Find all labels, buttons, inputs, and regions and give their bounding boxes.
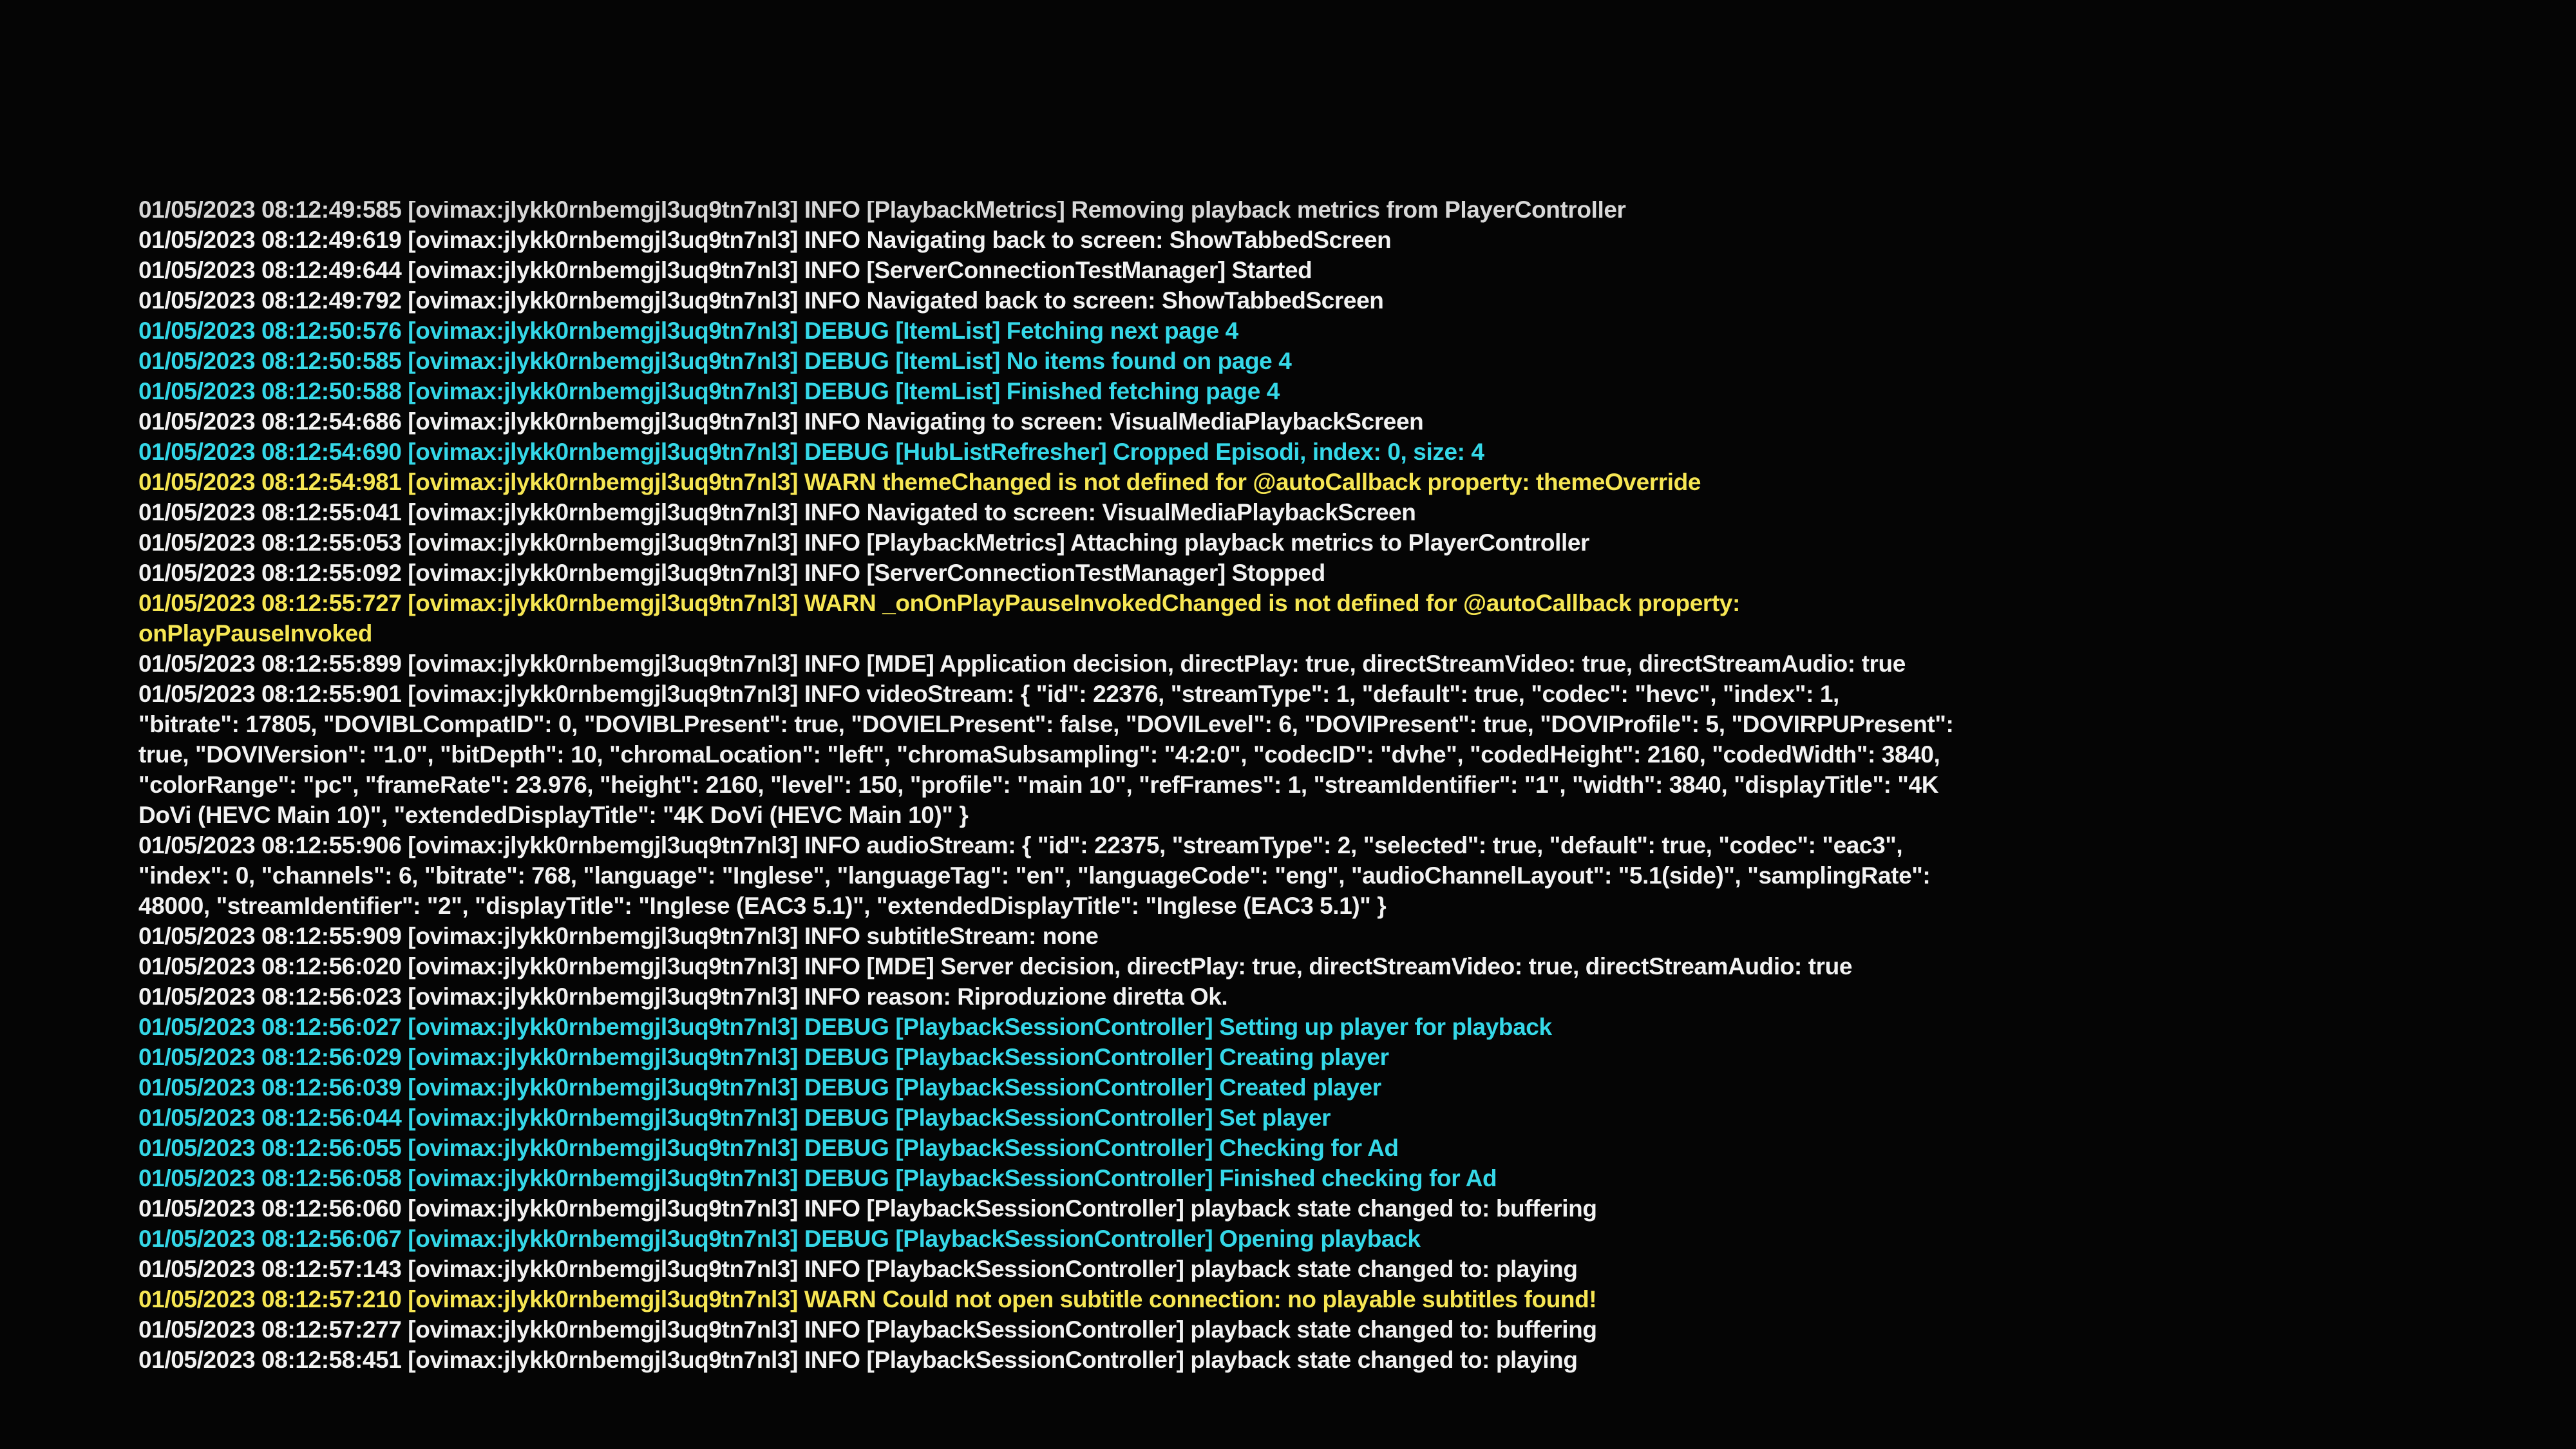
log-line: 01/05/2023 08:12:50:576 [ovimax:jlykk0rn… (138, 317, 1238, 344)
log-line: 01/05/2023 08:12:50:588 [ovimax:jlykk0rn… (138, 378, 1280, 404)
log-line: 01/05/2023 08:12:55:909 [ovimax:jlykk0rn… (138, 923, 1099, 949)
log-line: 01/05/2023 08:12:56:060 [ovimax:jlykk0rn… (138, 1195, 1597, 1222)
log-line: 01/05/2023 08:12:56:055 [ovimax:jlykk0rn… (138, 1135, 1399, 1161)
log-line: 01/05/2023 08:12:54:981 [ovimax:jlykk0rn… (138, 469, 1701, 495)
log-console[interactable]: 01/05/2023 08:12:49:585 [ovimax:jlykk0rn… (138, 201, 2296, 1412)
log-line: 01/05/2023 08:12:57:210 [ovimax:jlykk0rn… (138, 1286, 1597, 1312)
log-line: 01/05/2023 08:12:49:619 [ovimax:jlykk0rn… (138, 227, 1392, 253)
log-line: 01/05/2023 08:12:49:792 [ovimax:jlykk0rn… (138, 287, 1384, 314)
log-line: 01/05/2023 08:12:54:686 [ovimax:jlykk0rn… (138, 408, 1424, 435)
log-line: 01/05/2023 08:12:55:041 [ovimax:jlykk0rn… (138, 499, 1416, 526)
log-line: 01/05/2023 08:12:55:053 [ovimax:jlykk0rn… (138, 529, 1590, 556)
log-line: 01/05/2023 08:12:57:143 [ovimax:jlykk0rn… (138, 1256, 1578, 1282)
log-line: 01/05/2023 08:12:56:058 [ovimax:jlykk0rn… (138, 1165, 1497, 1191)
log-line: 01/05/2023 08:12:55:899 [ovimax:jlykk0rn… (138, 650, 1906, 677)
log-line: 01/05/2023 08:12:55:092 [ovimax:jlykk0rn… (138, 560, 1325, 586)
log-line: 01/05/2023 08:12:55:901 [ovimax:jlykk0rn… (138, 681, 1954, 828)
log-line: 01/05/2023 08:12:49:585 [ovimax:jlykk0rn… (138, 201, 1626, 223)
log-line: 01/05/2023 08:12:49:644 [ovimax:jlykk0rn… (138, 257, 1312, 283)
log-line: 01/05/2023 08:12:56:067 [ovimax:jlykk0rn… (138, 1226, 1421, 1252)
log-line: 01/05/2023 08:12:54:690 [ovimax:jlykk0rn… (138, 439, 1484, 465)
log-line: 01/05/2023 08:12:56:020 [ovimax:jlykk0rn… (138, 953, 1853, 980)
log-line: 01/05/2023 08:12:58:451 [ovimax:jlykk0rn… (138, 1347, 1578, 1373)
log-line: 01/05/2023 08:12:57:277 [ovimax:jlykk0rn… (138, 1316, 1597, 1343)
log-line: 01/05/2023 08:12:56:029 [ovimax:jlykk0rn… (138, 1044, 1389, 1070)
log-line: 01/05/2023 08:12:55:727 [ovimax:jlykk0rn… (138, 590, 1740, 647)
log-line: 01/05/2023 08:12:56:039 [ovimax:jlykk0rn… (138, 1074, 1381, 1101)
tv-screen: { "colors": { "background": "#050505", "… (0, 0, 2576, 1449)
log-line: 01/05/2023 08:12:56:027 [ovimax:jlykk0rn… (138, 1014, 1552, 1040)
log-line: 01/05/2023 08:12:50:585 [ovimax:jlykk0rn… (138, 348, 1292, 374)
log-line: 01/05/2023 08:12:56:044 [ovimax:jlykk0rn… (138, 1104, 1331, 1131)
log-line: 01/05/2023 08:12:56:023 [ovimax:jlykk0rn… (138, 983, 1228, 1010)
log-line: 01/05/2023 08:12:55:906 [ovimax:jlykk0rn… (138, 832, 1931, 919)
